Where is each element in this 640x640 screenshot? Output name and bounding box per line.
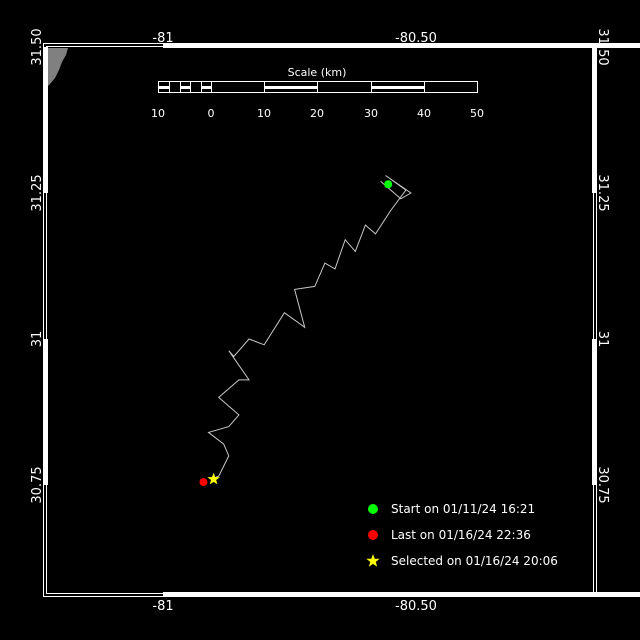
track-map: Scale (km) 10 0 10 20 30 40 50 -81 -80.50 -81 -8…	[0, 0, 640, 640]
legend: Start on 01/11/24 16:21 Last on 01/16/24…	[366, 502, 558, 568]
lon-tick-label-top: -80.50	[395, 31, 437, 46]
scale-label: 40	[417, 107, 431, 120]
lat-tick-label-left: 31.50	[30, 28, 45, 65]
lon-tick-label-bottom: -81	[152, 599, 173, 614]
lat-tick-label-right: 31.25	[595, 174, 610, 211]
frame-segment-bottom	[163, 592, 416, 597]
lon-tick-label-top: -81	[152, 31, 173, 46]
lat-tick-label-left: 31	[30, 331, 45, 348]
lat-tick-label-left: 30.75	[30, 466, 45, 503]
legend-start-marker	[368, 504, 378, 514]
scale-label: 10	[151, 107, 165, 120]
frame-segment-top	[163, 43, 416, 48]
scale-label: 50	[470, 107, 484, 120]
scale-title: Scale (km)	[288, 66, 347, 79]
legend-last-marker	[368, 530, 378, 540]
frame-segment-left	[43, 339, 48, 485]
start-marker[interactable]	[384, 180, 393, 189]
scale-label: 0	[208, 107, 215, 120]
legend-last-text: Last on 01/16/24 22:36	[391, 528, 531, 542]
lat-tick-label-right: 30.75	[595, 466, 610, 503]
frame-segment-left	[43, 47, 48, 193]
lat-tick-label-right: 31.50	[595, 28, 610, 65]
lat-tick-label-right: 31	[595, 331, 610, 348]
scale-label: 30	[364, 107, 378, 120]
scale-label: 20	[310, 107, 324, 120]
lon-tick-label-bottom: -80.50	[395, 599, 437, 614]
scale-label: 10	[257, 107, 271, 120]
legend-start-text: Start on 01/11/24 16:21	[391, 502, 535, 516]
last-marker[interactable]	[199, 478, 208, 487]
frame-segment-bottom	[416, 592, 640, 597]
frame-segment-right	[592, 339, 597, 485]
legend-selected-text: Selected on 01/16/24 20:06	[391, 554, 558, 568]
frame-segment-right	[592, 47, 597, 193]
lat-tick-label-left: 31.25	[30, 174, 45, 211]
map-background	[0, 0, 640, 640]
